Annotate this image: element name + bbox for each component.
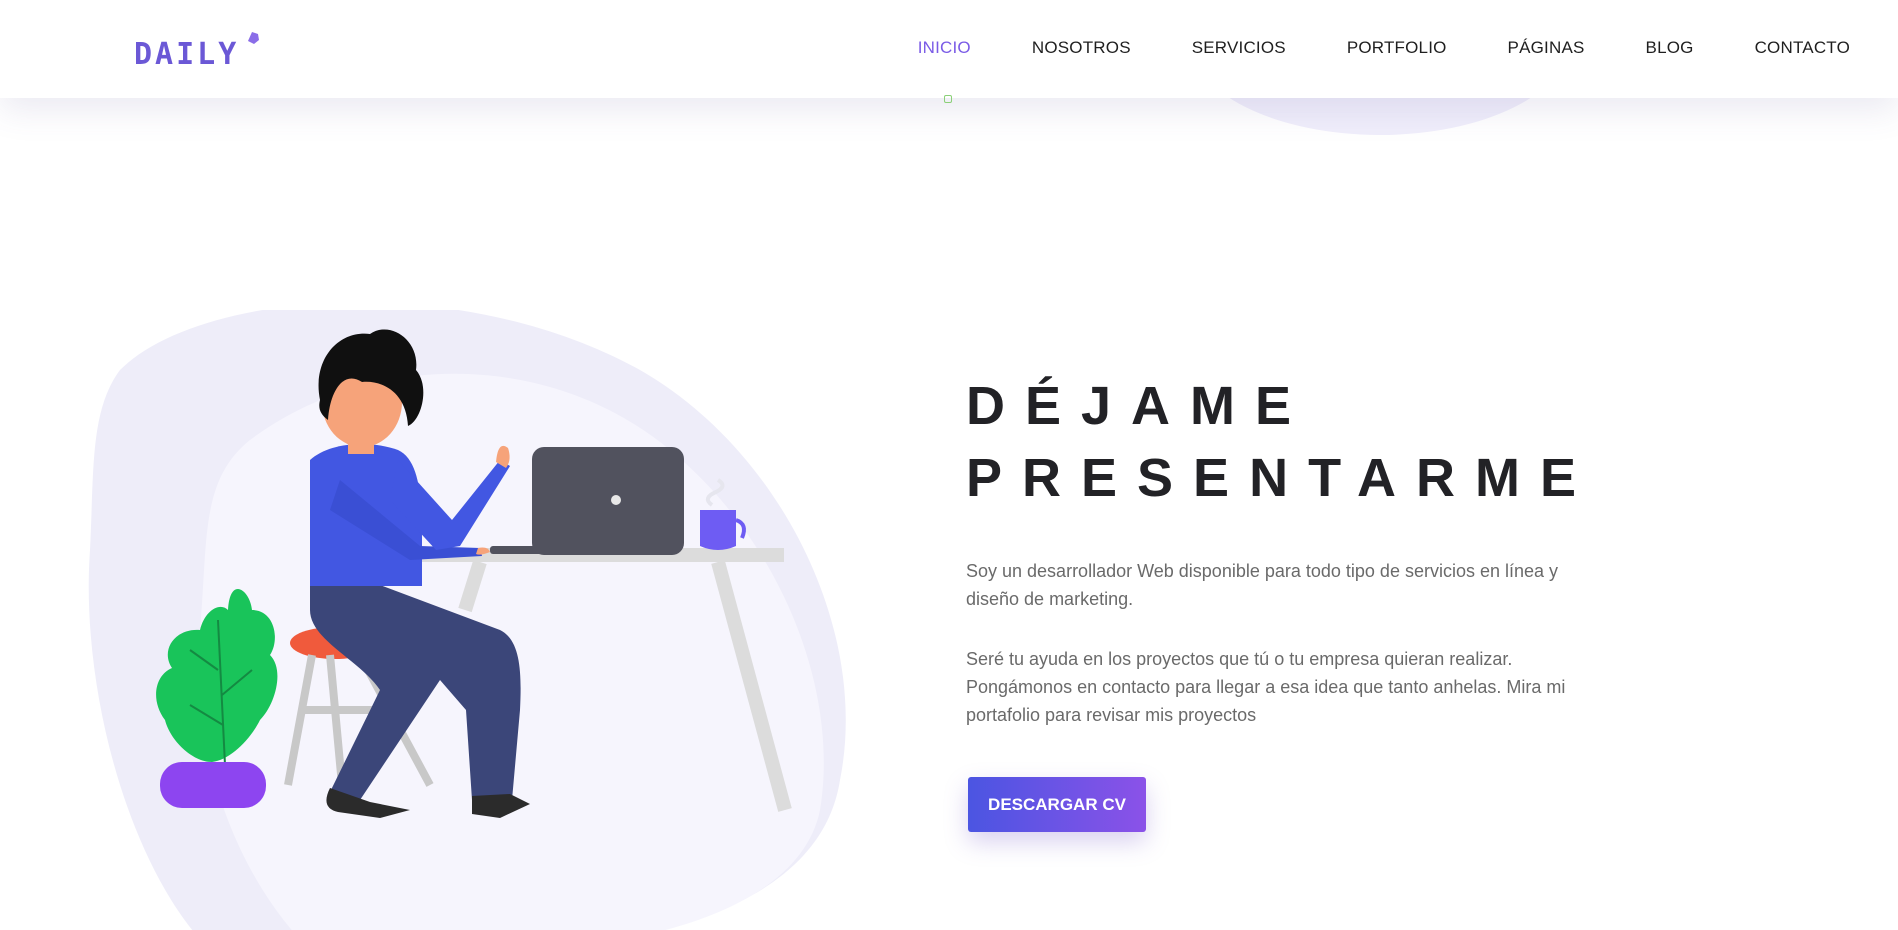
nav-contacto[interactable]: CONTACTO: [1755, 38, 1850, 58]
main-nav: INICIO NOSOTROS SERVICIOS PORTFOLIO PÁGI…: [857, 38, 1850, 58]
daily-logo[interactable]: DAILY: [134, 28, 264, 72]
hero-paragraph-cta: Seré tu ayuda en los proyectos que tú o …: [966, 649, 1566, 725]
nav-paginas[interactable]: PÁGINAS: [1508, 38, 1585, 58]
hero-title: DÉJAME PRESENTARME: [966, 370, 1666, 514]
hero-section: DÉJAME PRESENTARME Soy un desarrollador …: [966, 370, 1666, 729]
svg-text:DAILY: DAILY: [134, 37, 239, 72]
nav-blog[interactable]: BLOG: [1646, 38, 1694, 58]
hero-paragraph-intro: Soy un desarrollador Web disponible para…: [966, 561, 1559, 609]
nav-inicio[interactable]: INICIO: [918, 38, 971, 58]
person-working-illustration: [88, 310, 846, 930]
decorative-dot: [944, 95, 952, 103]
nav-servicios[interactable]: SERVICIOS: [1192, 38, 1286, 58]
site-header: DAILY INICIO NOSOTROS SERVICIOS PORTFOLI…: [0, 0, 1898, 98]
hero-title-line1: DÉJAME: [966, 376, 1312, 436]
download-cv-button[interactable]: DESCARGAR CV: [968, 777, 1146, 832]
nav-portfolio[interactable]: PORTFOLIO: [1347, 38, 1447, 58]
hero-title-line2: PRESENTARME: [966, 448, 1597, 508]
nav-nosotros[interactable]: NOSOTROS: [1032, 38, 1131, 58]
